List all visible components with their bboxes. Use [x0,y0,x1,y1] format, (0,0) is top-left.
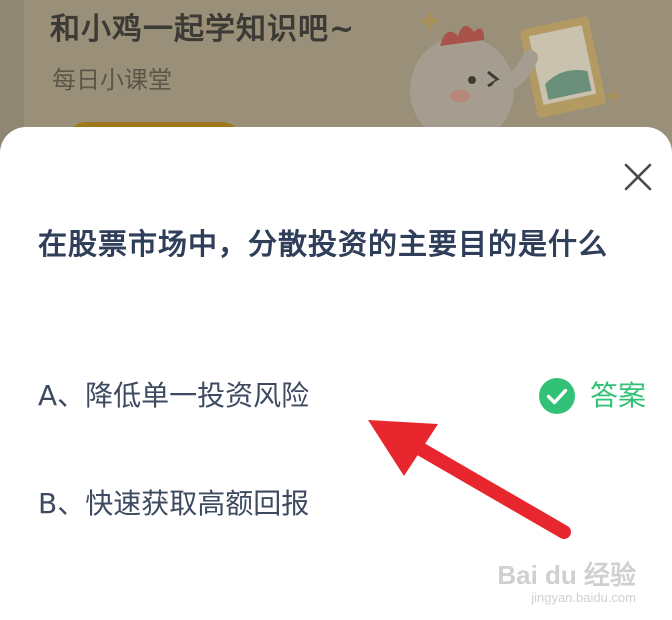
banner-subtitle: 每日小课堂 [52,66,172,94]
close-icon[interactable] [618,157,658,197]
baidu-jingyan-watermark: Bai du 经验 jingyan.baidu.com [497,555,636,605]
question-text: 在股票市场中，分散投资的主要目的是什么 [38,227,609,261]
chicken-mascot-icon [410,10,622,140]
answer-label: 答案 [590,379,647,412]
banner-title: 和小鸡一起学知识吧~ [50,12,356,47]
red-arrow-icon [368,420,571,539]
watermark-logo: Bai du 经验 [497,560,636,590]
watermark-url: jingyan.baidu.com [531,590,636,605]
